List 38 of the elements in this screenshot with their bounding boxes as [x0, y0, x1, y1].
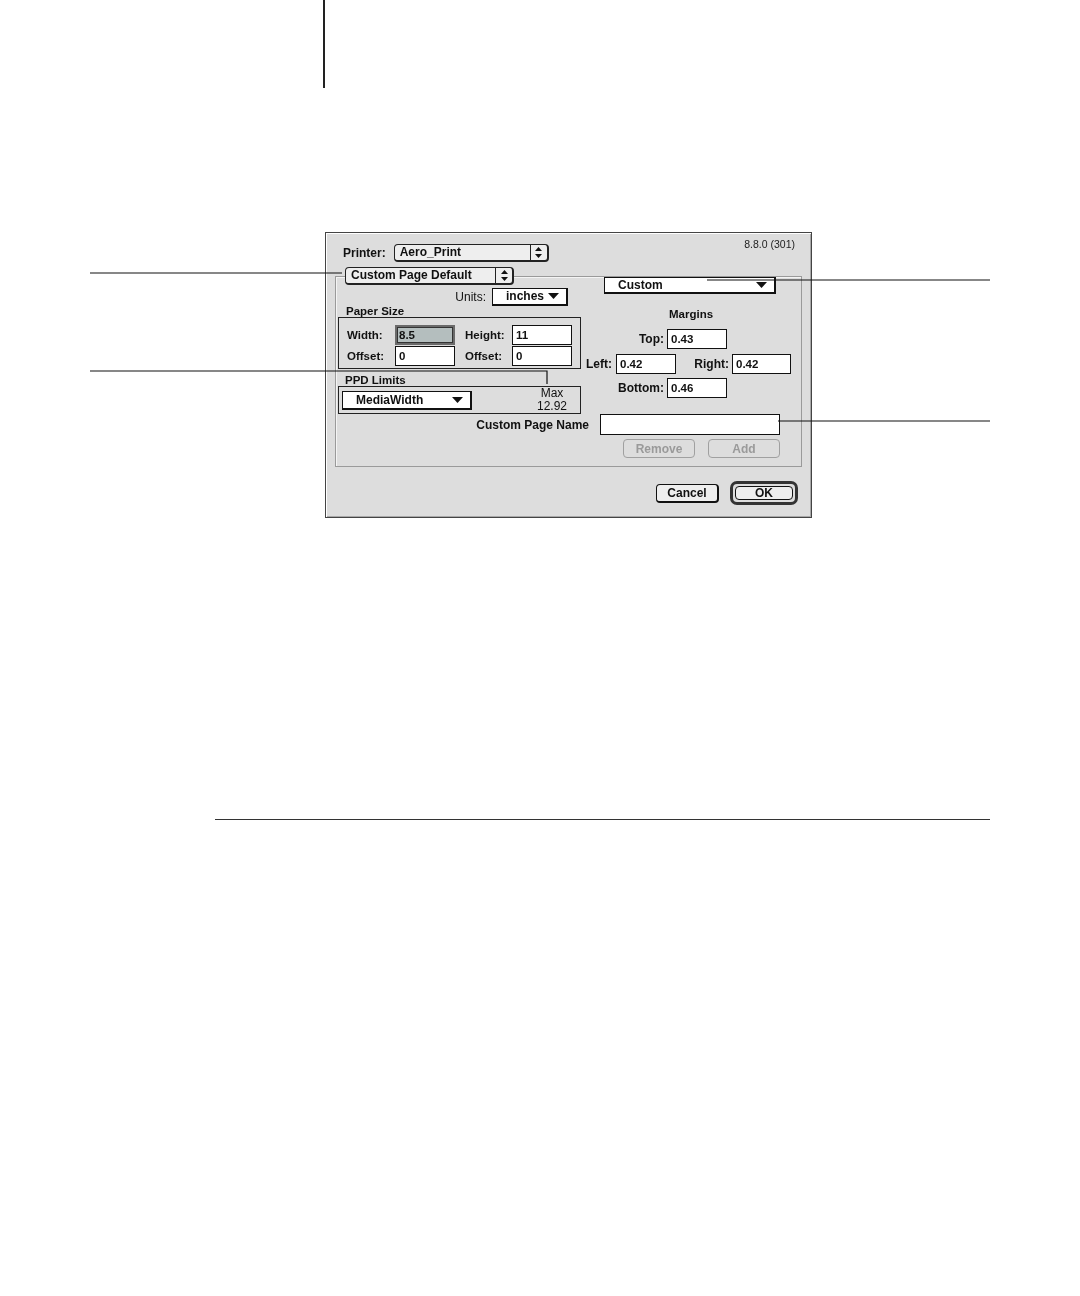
field-label: Right: [694, 356, 729, 371]
field-label: Top: [638, 331, 664, 346]
max-value: 12.92 [536, 399, 567, 412]
version-text: 8.8.0 (301) [744, 238, 795, 250]
caret-down-icon [756, 282, 767, 288]
text-field[interactable]: 0.46 [667, 377, 727, 398]
up-down-arrows-icon [500, 270, 508, 281]
caret-down-icon [452, 397, 463, 403]
text-field[interactable]: 8.5 [395, 324, 455, 345]
field-label: Left: [586, 356, 612, 371]
text-field[interactable] [600, 414, 780, 435]
text-field[interactable]: 0 [512, 346, 572, 366]
text-field[interactable]: 11 [512, 324, 572, 345]
text-field[interactable]: 0.43 [667, 328, 727, 349]
max-label: Max [540, 387, 564, 400]
popup-menu[interactable]: Aero_Print [393, 244, 549, 262]
field-label: Offset: [465, 349, 503, 363]
up-down-arrows-icon [535, 247, 543, 258]
popup-menu[interactable]: inches [492, 287, 568, 306]
popup-menu[interactable]: MediaWidth [342, 391, 472, 410]
section-title: PPD Limits [345, 374, 406, 386]
section-title: Paper Size [346, 305, 405, 317]
field-label: Height: [465, 327, 505, 342]
text-field[interactable]: 0.42 [732, 353, 791, 374]
popup-menu[interactable]: Custom Page Default [345, 267, 514, 285]
text-field[interactable]: 0 [395, 346, 455, 366]
field-label: Bottom: [618, 380, 664, 395]
field-label: Units: [455, 289, 486, 304]
popup-menu[interactable]: Custom [604, 277, 776, 294]
field-label: Custom Page Name [476, 417, 589, 432]
field-label: Offset: [347, 349, 385, 363]
section-title: Margins [669, 308, 714, 320]
text-field[interactable]: 0.42 [616, 353, 676, 374]
caret-down-icon [548, 293, 559, 299]
field-label: Printer: [343, 246, 386, 260]
field-label: Width: [347, 327, 383, 342]
default-button[interactable]: OK [730, 481, 798, 505]
push-button[interactable]: Cancel [656, 483, 719, 503]
